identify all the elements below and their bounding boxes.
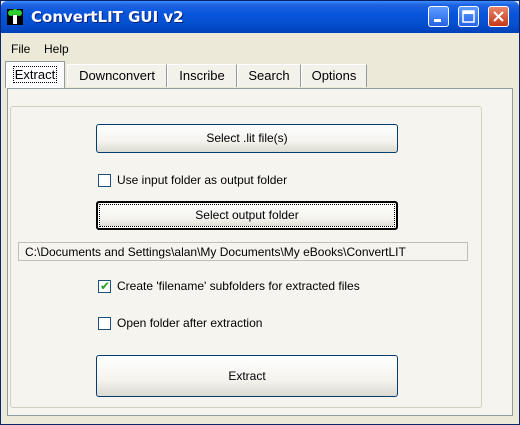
maximize-icon xyxy=(462,10,475,23)
menu-help[interactable]: Help xyxy=(44,42,69,56)
extract-tab-panel: Select .lit file(s) Use input folder as … xyxy=(7,88,513,416)
minimize-button[interactable] xyxy=(428,6,449,27)
use-input-folder-checkbox[interactable] xyxy=(98,174,111,187)
select-output-folder-button[interactable]: Select output folder xyxy=(96,201,398,230)
tab-downconvert[interactable]: Downconvert xyxy=(67,64,167,87)
checkmark-icon: ✔ xyxy=(100,279,111,293)
use-input-folder-label: Use input folder as output folder xyxy=(117,173,288,187)
tab-options[interactable]: Options xyxy=(301,64,367,87)
extract-button[interactable]: Extract xyxy=(96,355,398,397)
title-bar[interactable]: ConvertLIT GUI v2 xyxy=(1,1,519,33)
menu-bar: File Help xyxy=(1,39,519,59)
create-subfolders-checkbox[interactable]: ✔ xyxy=(98,279,111,293)
close-button[interactable] xyxy=(488,6,509,27)
maximize-button[interactable] xyxy=(458,6,479,27)
open-folder-label: Open folder after extraction xyxy=(117,316,263,330)
close-icon xyxy=(493,11,504,22)
open-folder-checkbox[interactable] xyxy=(98,317,111,330)
create-subfolders-label: Create 'filename' subfolders for extract… xyxy=(117,279,360,293)
tab-search[interactable]: Search xyxy=(237,64,301,87)
output-folder-path: C:\Documents and Settings\alan\My Docume… xyxy=(18,242,468,261)
select-lit-files-button[interactable]: Select .lit file(s) xyxy=(96,124,398,153)
menu-file[interactable]: File xyxy=(11,42,30,56)
extract-group: Select .lit file(s) Use input folder as … xyxy=(10,106,482,408)
tab-inscribe[interactable]: Inscribe xyxy=(167,64,237,87)
convertlit-app-icon[interactable] xyxy=(7,9,23,25)
main-window: ConvertLIT GUI v2 File Help Extract Down… xyxy=(0,0,520,425)
window-title: ConvertLIT GUI v2 xyxy=(31,8,184,26)
tab-extract[interactable]: Extract xyxy=(5,61,65,88)
minimize-icon xyxy=(434,19,441,22)
